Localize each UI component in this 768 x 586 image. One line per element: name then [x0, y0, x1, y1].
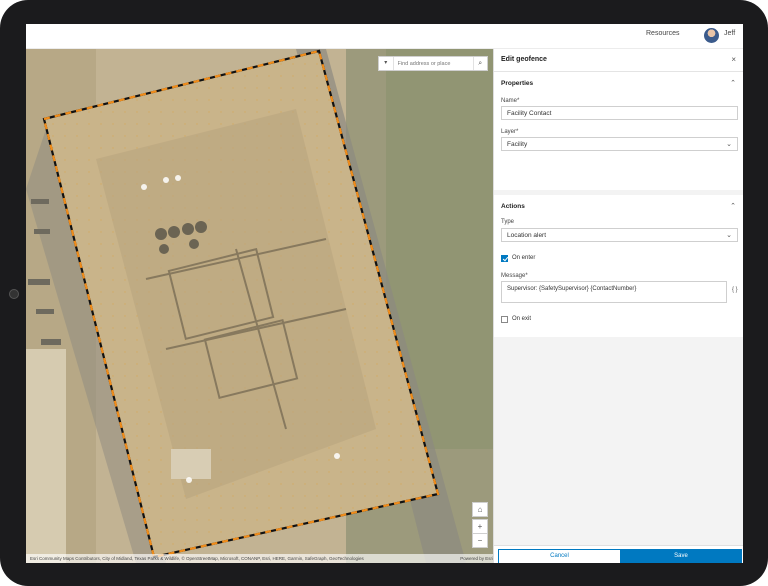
top-bar: Resources Jeff — [26, 24, 743, 49]
zoom-out-button[interactable]: − — [472, 533, 488, 548]
layer-select[interactable]: Facility ⌄ — [501, 137, 738, 151]
message-field[interactable]: Supervisor: {SafetySupervisor} {ContactN… — [501, 281, 727, 303]
properties-title: Properties — [501, 80, 534, 87]
properties-section: Properties ⌃ Name* Facility Contact Laye… — [494, 72, 743, 190]
close-icon[interactable]: × — [731, 55, 736, 64]
actions-section: Actions ⌃ Type Location alert ⌄ On enter… — [494, 195, 743, 337]
panel-footer: Cancel Save — [494, 545, 743, 563]
on-enter-checkbox[interactable] — [501, 255, 508, 262]
save-button[interactable]: Save — [620, 549, 742, 563]
home-icon[interactable]: ⌂ — [472, 502, 488, 517]
message-label: Message* — [501, 273, 528, 279]
on-exit-label[interactable]: On exit — [512, 316, 531, 322]
chevron-down-icon: ⌄ — [726, 232, 732, 239]
chevron-up-icon[interactable]: ⌃ — [730, 79, 736, 87]
name-label: Name* — [501, 98, 520, 104]
zoom-in-button[interactable]: + — [472, 519, 488, 534]
filter-icon[interactable]: ▾ — [379, 57, 394, 70]
attribution-text: Esri Community Maps Contributors, City o… — [30, 556, 364, 561]
search-input[interactable] — [393, 58, 473, 69]
type-value: Location alert — [507, 232, 547, 239]
satellite-imagery — [26, 49, 493, 563]
on-enter-label[interactable]: On enter — [512, 255, 535, 261]
camera — [9, 289, 19, 299]
chevron-down-icon: ⌄ — [726, 141, 732, 148]
type-label: Type — [501, 219, 515, 225]
insert-attribute-icon[interactable]: { } — [732, 287, 738, 293]
panel-header: Edit geofence × — [494, 49, 743, 72]
map-view[interactable]: ▾ ⌕ ⌂ + − Esri Community Maps Contributo… — [26, 49, 493, 563]
powered-by[interactable]: Powered by Esri — [460, 554, 493, 563]
layer-label: Layer* — [501, 129, 519, 135]
actions-title: Actions — [501, 203, 525, 210]
user-name[interactable]: Jeff — [724, 30, 735, 37]
name-field[interactable]: Facility Contact — [501, 106, 738, 120]
layer-value: Facility — [507, 141, 528, 148]
panel-title: Edit geofence — [501, 56, 547, 63]
resources-link[interactable]: Resources — [646, 30, 679, 37]
avatar[interactable] — [704, 28, 719, 43]
map-attribution: Esri Community Maps Contributors, City o… — [26, 554, 493, 563]
tablet-frame: Resources Jeff ▾ Find address or place ⌕… — [0, 0, 768, 586]
edit-geofence-panel: Edit geofence × Properties ⌃ Name* Facil… — [493, 49, 743, 563]
search-icon[interactable]: ⌕ — [472, 57, 488, 70]
type-select[interactable]: Location alert ⌄ — [501, 228, 738, 242]
chevron-up-icon[interactable]: ⌃ — [730, 202, 736, 210]
cancel-button[interactable]: Cancel — [498, 549, 621, 563]
on-exit-checkbox[interactable] — [501, 316, 508, 323]
search-box: ▾ ⌕ — [378, 56, 488, 71]
app-screen: Resources Jeff ▾ Find address or place ⌕… — [26, 24, 743, 563]
